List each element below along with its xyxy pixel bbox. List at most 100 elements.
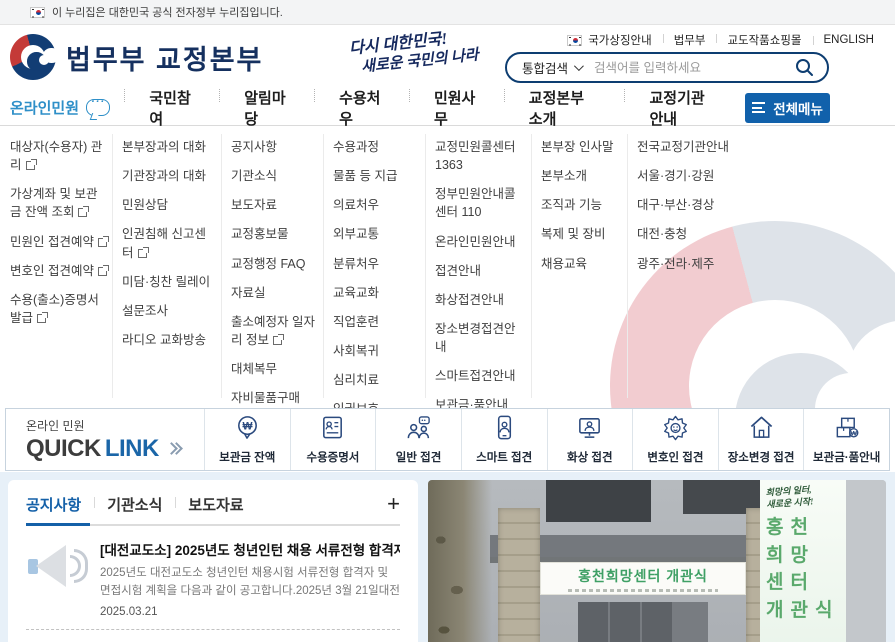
menu-item[interactable]: 물품 등 지급: [333, 167, 417, 185]
news-tab[interactable]: 공지사항: [26, 494, 94, 515]
menu-item[interactable]: 장소변경접견안내: [435, 320, 525, 356]
utility-link[interactable]: 교도작품쇼핑몰: [716, 32, 812, 48]
external-link-icon: [37, 314, 46, 323]
menu-item[interactable]: 접견안내: [435, 262, 525, 280]
menu-item[interactable]: 의료처우: [333, 196, 417, 214]
quick-link-label: 보관금 잔액: [219, 449, 275, 465]
utility-link[interactable]: 국가상징안내: [577, 32, 662, 48]
menu-item[interactable]: 민원인 접견예약: [10, 233, 107, 251]
menu-item[interactable]: 변호인 접견예약: [10, 262, 107, 280]
menu-item[interactable]: 분류처우: [333, 255, 417, 273]
menu-item[interactable]: 인권침해 신고센터: [122, 225, 214, 261]
news-tab[interactable]: 기관소식: [94, 494, 175, 515]
menu-item[interactable]: 자비물품구매: [231, 389, 317, 407]
menu-item[interactable]: 인권보호: [333, 400, 417, 408]
menu-item[interactable]: 출소예정자 일자리 정보: [231, 313, 317, 349]
menu-item[interactable]: 광주·전라·제주: [637, 255, 749, 273]
menu-item[interactable]: 사회복귀: [333, 342, 417, 360]
menu-item[interactable]: 본부장 인사말: [541, 138, 621, 156]
utility-link[interactable]: 법무부: [663, 32, 717, 48]
menu-item-label: 장소변경접견안내: [435, 322, 516, 354]
vertical-banner: 희망의 일터, 새로운 시작! 홍천 희망 센터 개관식: [760, 480, 846, 642]
official-banner: 이 누리집은 대한민국 공식 전자정부 누리집입니다.: [0, 0, 895, 25]
menu-item[interactable]: 대구·부산·경상: [637, 196, 749, 214]
menu-item[interactable]: 교정민원콜센터 1363: [435, 138, 525, 174]
utility-link[interactable]: ENGLISH: [813, 34, 886, 46]
menu-item[interactable]: 조직과 기능: [541, 196, 621, 214]
menu-item[interactable]: 대체복무: [231, 360, 317, 378]
menu-item[interactable]: 심리치료: [333, 371, 417, 389]
menu-item[interactable]: 외부교통: [333, 225, 417, 243]
quick-link-item[interactable]: 스마트 접견: [461, 409, 547, 470]
menu-item[interactable]: 보도자료: [231, 196, 317, 214]
menu-item[interactable]: 기관소식: [231, 167, 317, 185]
search-input[interactable]: [594, 61, 795, 75]
menu-item[interactable]: 전국교정기관안내: [637, 138, 749, 156]
menu-item[interactable]: 미담·칭찬 릴레이: [122, 273, 214, 291]
menu-item-label: 교정홍보물: [231, 227, 289, 241]
menu-item[interactable]: 서울·경기·강원: [637, 167, 749, 185]
quick-link-item[interactable]: ₩ 보관금 잔액: [204, 409, 290, 470]
quick-link-label: 수용증명서: [306, 449, 359, 465]
menu-item[interactable]: 대전·충청: [637, 225, 749, 243]
chevron-down-icon: [574, 61, 584, 71]
featured-notice-date: 2025.03.21: [100, 606, 400, 618]
quick-link-item[interactable]: 변호인 접견: [632, 409, 718, 470]
menu-item[interactable]: 정부민원안내콜센터 110: [435, 185, 525, 221]
menu-item[interactable]: 수용과정: [333, 138, 417, 156]
menu-item[interactable]: 라디오 교화방송: [122, 331, 214, 349]
svg-text:₩: ₩: [242, 420, 252, 432]
nav-item-online-minwon[interactable]: 온라인민원: [10, 97, 124, 118]
menu-item[interactable]: 채용교육: [541, 255, 621, 273]
menu-item[interactable]: 교정행정 FAQ: [231, 255, 317, 273]
quick-link-sublabel: 온라인 민원: [26, 417, 204, 434]
quick-link-item[interactable]: 화상 접견: [547, 409, 633, 470]
quick-link-item[interactable]: 장소변경 접견: [718, 409, 804, 470]
speaker-megaphone-icon: [26, 543, 84, 589]
menu-item[interactable]: 교정홍보물: [231, 225, 317, 243]
korea-flag-icon: [30, 7, 45, 18]
menu-item-label: 민원인 접견예약: [10, 235, 94, 249]
menu-item[interactable]: 교육교화: [333, 284, 417, 302]
menu-item-label: 교육교화: [333, 286, 379, 300]
menu-item[interactable]: 화상접견안내: [435, 291, 525, 309]
menu-item[interactable]: 대상자(수용자) 관리: [10, 138, 107, 174]
more-button[interactable]: +: [387, 493, 400, 515]
menu-item[interactable]: 본부장과의 대화: [122, 138, 214, 156]
mega-column: 본부장과의 대화기관장과의 대화민원상담인권침해 신고센터미담·칭찬 릴레이설문…: [122, 138, 214, 360]
menu-item[interactable]: 설문조사: [122, 302, 214, 320]
quick-link-item[interactable]: 일반 접견: [375, 409, 461, 470]
utility-links: 국가상징안내법무부교도작품쇼핑몰ENGLISH: [567, 32, 885, 48]
quick-link-label: 스마트 접견: [476, 449, 532, 465]
menu-item[interactable]: 가상계좌 및 보관금 잔액 조회: [10, 185, 107, 221]
menu-item-label: 조직과 기능: [541, 198, 602, 212]
news-tab[interactable]: 보도자료: [175, 494, 256, 515]
all-menu-button[interactable]: 전체메뉴: [745, 93, 830, 123]
news-photo[interactable]: 홍천희망센터 개관식 희망의 일터, 새로운 시작! 홍천 희망 센터 개관식: [428, 480, 886, 642]
mega-menu: 대상자(수용자) 관리가상계좌 및 보관금 잔액 조회민원인 접견예약변호인 접…: [0, 126, 895, 408]
menu-item-label: 대체복무: [231, 362, 277, 376]
featured-notice[interactable]: [대전교도소] 2025년도 청년인턴 채용 서류전형 합격자 … 2025년도…: [26, 539, 400, 618]
menu-item[interactable]: 온라인민원안내: [435, 233, 525, 251]
menu-item-label: 온라인민원안내: [435, 235, 516, 249]
menu-item[interactable]: 공지사항: [231, 138, 317, 156]
menu-item[interactable]: 복제 및 장비: [541, 225, 621, 243]
menu-item[interactable]: 보관금·품안내: [435, 396, 525, 408]
menu-item-label: 인권침해 신고센터: [122, 227, 206, 259]
menu-item[interactable]: 민원상담: [122, 196, 214, 214]
mega-column: 본부장 인사말본부소개조직과 기능복제 및 장비채용교육: [541, 138, 621, 284]
menu-item[interactable]: 자료실: [231, 284, 317, 302]
menu-item[interactable]: 직업훈련: [333, 313, 417, 331]
site-logo[interactable]: 법무부 교정본부: [10, 34, 263, 80]
quick-link-item[interactable]: ₩보관금·품안내: [803, 409, 889, 470]
menu-item[interactable]: 본부소개: [541, 167, 621, 185]
menu-item[interactable]: 기관장과의 대화: [122, 167, 214, 185]
search-icon[interactable]: [795, 58, 814, 77]
external-link-icon: [26, 161, 35, 170]
search-category-select[interactable]: 통합검색: [507, 58, 581, 77]
slogan: 다시 대한민국! 새로운 국민의 나라: [348, 26, 479, 78]
quick-link-item[interactable]: 수용증명서: [290, 409, 376, 470]
menu-item-label: 직업훈련: [333, 315, 379, 329]
menu-item[interactable]: 수용(출소)증명서 발급: [10, 291, 107, 327]
menu-item[interactable]: 스마트접견안내: [435, 367, 525, 385]
